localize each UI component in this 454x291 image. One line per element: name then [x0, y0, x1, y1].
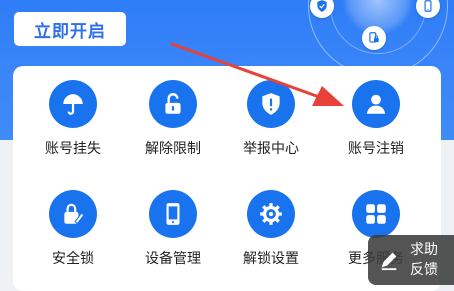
lock-phone-icon: [362, 26, 386, 50]
unlock-icon: [149, 80, 197, 128]
grid-item-remove-restriction[interactable]: 解除限制: [123, 66, 223, 166]
grid-item-security-lock[interactable]: 安全锁: [23, 176, 123, 276]
grid-item-label: 设备管理: [145, 251, 201, 267]
grid-item-label: 安全锁: [52, 251, 94, 267]
user-icon: [352, 80, 400, 128]
grid-item-label: 举报中心: [243, 141, 299, 157]
feedback-label: 反馈: [410, 262, 438, 278]
lock-edit-icon: [49, 190, 97, 238]
grid-item-account-cancel[interactable]: 账号注销: [326, 66, 426, 166]
grid-item-account-loss[interactable]: 账号挂失: [23, 66, 123, 166]
grid-item-device-management[interactable]: 设备管理: [123, 176, 223, 276]
grid-item-label: 解除限制: [145, 141, 201, 157]
grid-item-label: 解锁设置: [243, 251, 299, 267]
gear-icon: [247, 190, 295, 238]
device-icon: [149, 190, 197, 238]
edit-icon: [381, 252, 397, 271]
enable-now-button[interactable]: 立即开启: [14, 12, 126, 46]
grid-icon: [352, 190, 400, 238]
grid-item-label: 账号挂失: [45, 141, 101, 157]
grid-item-report-center[interactable]: 举报中心: [221, 66, 321, 166]
umbrella-icon: [49, 80, 97, 128]
help-label: 求助: [410, 242, 438, 258]
help-feedback-button[interactable]: 求助 反馈: [368, 235, 454, 285]
alert-shield-icon: [247, 80, 295, 128]
grid-item-unlock-settings[interactable]: 解锁设置: [221, 176, 321, 276]
grid-item-label: 账号注销: [348, 141, 404, 157]
